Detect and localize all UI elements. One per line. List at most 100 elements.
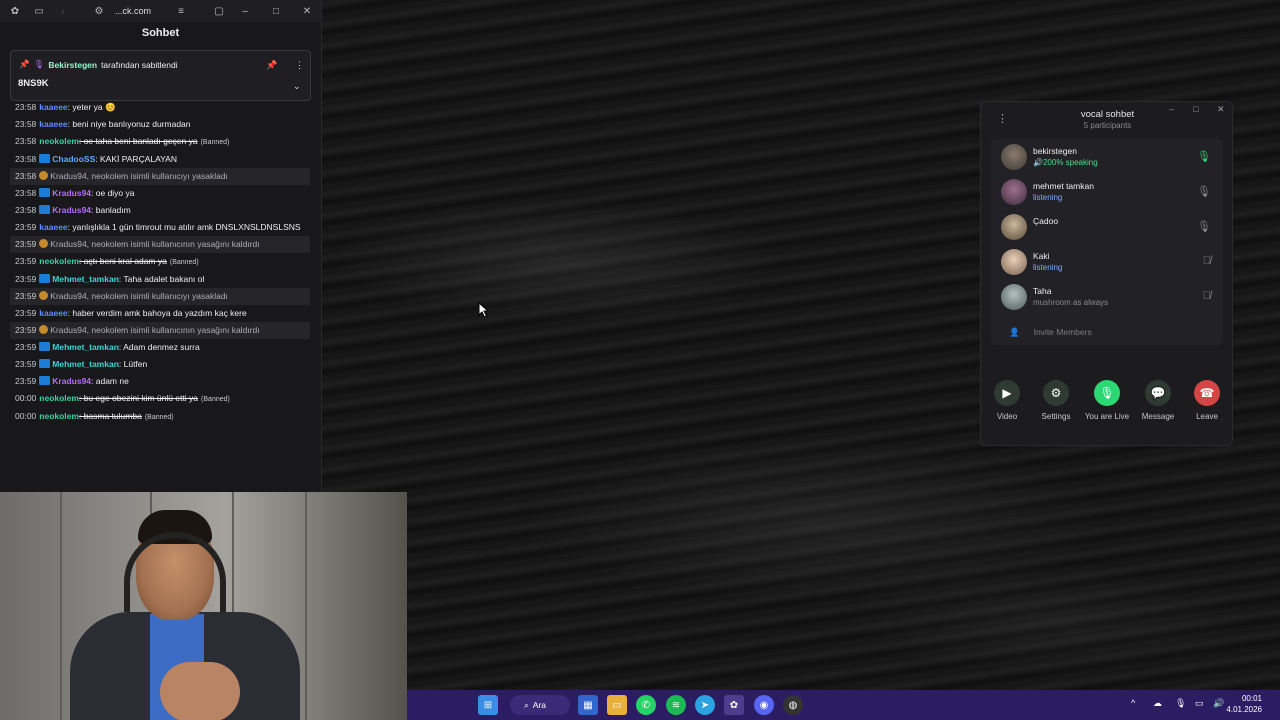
chat-mod-event: 23:59 Kradus94, neokolem isimli kullanıcı… bbox=[10, 288, 310, 305]
moderation-icon bbox=[39, 291, 49, 300]
browser-menu-icon[interactable]: ✿ bbox=[4, 0, 26, 22]
telegram-icon[interactable]: ➤ bbox=[695, 695, 715, 715]
chat-text: : Adam denmez surra bbox=[118, 342, 200, 352]
banned-tag: (Banned) bbox=[169, 259, 199, 266]
timestamp: 23:59 bbox=[15, 308, 37, 318]
page-menu-icon[interactable]: ≡ bbox=[170, 0, 192, 22]
microphone-icon[interactable]: 🎙 bbox=[1197, 185, 1211, 198]
url-text[interactable]: ...ck.com bbox=[115, 6, 151, 16]
microphone-icon: 🎙 bbox=[1094, 380, 1120, 406]
microphone-muted-icon[interactable]: 🎙̸ bbox=[1203, 290, 1211, 302]
chat-message-list: 23:58 kaaeee: yeter ya 😊 23:58 kaaeee: beni… bbox=[10, 99, 310, 426]
pinned-by-text: tarafından sabitlendi bbox=[101, 59, 178, 70]
chat-message: 23:59 Mehmet_tamkan: Taha adalet bakanı o… bbox=[10, 271, 310, 288]
chat-username[interactable]: kaaeee bbox=[39, 308, 67, 318]
microphone-icon[interactable]: 🎙 bbox=[1175, 698, 1186, 709]
unpin-icon[interactable]: 📌 bbox=[266, 60, 277, 71]
banned-tag: (Banned) bbox=[200, 139, 230, 146]
avatar bbox=[1001, 179, 1027, 205]
chat-username[interactable]: Kradus94 bbox=[52, 376, 91, 386]
display-icon[interactable]: ▭ bbox=[1195, 698, 1204, 709]
participant-row[interactable]: Taha mushroom as always 🎙̸ bbox=[991, 280, 1223, 314]
system-clock[interactable]: 00:01 4.01.2026 bbox=[1226, 693, 1262, 715]
settings-button[interactable]: ⚙ Settings bbox=[1033, 380, 1079, 421]
gear-icon: ⚙ bbox=[1043, 380, 1069, 406]
participant-row[interactable]: mehmet tamkan listening 🎙 bbox=[991, 175, 1223, 209]
chat-title: Sohbet bbox=[141, 27, 180, 39]
timestamp: 23:58 bbox=[15, 119, 37, 129]
start-icon[interactable]: ⊞ bbox=[478, 695, 498, 715]
site-settings-icon[interactable]: ⚙ bbox=[88, 0, 110, 22]
volume-icon[interactable]: 🔊 bbox=[1213, 698, 1224, 709]
chevron-up-icon[interactable]: ^ bbox=[1131, 698, 1135, 708]
user-badge-icon bbox=[39, 274, 51, 283]
chat-username[interactable]: neokolem bbox=[39, 256, 79, 266]
minimize-icon[interactable]: – bbox=[1169, 104, 1174, 114]
leave-button[interactable]: ☎ Leave bbox=[1184, 380, 1230, 421]
participant-status: mushroom as always bbox=[1033, 298, 1109, 307]
chat-username[interactable]: neokolem bbox=[39, 411, 79, 421]
chat-username[interactable]: Mehmet_tamkan bbox=[52, 274, 119, 284]
whatsapp-icon[interactable]: ✆ bbox=[636, 695, 656, 715]
close-icon[interactable]: ✕ bbox=[1217, 104, 1225, 115]
chat-text: : Taha adalet bakanı ol bbox=[118, 274, 205, 284]
timestamp: 00:00 bbox=[15, 393, 37, 403]
participant-row[interactable]: Kaki listening 🎙̸ bbox=[991, 245, 1223, 279]
video-button[interactable]: ▶ Video bbox=[984, 380, 1030, 421]
timestamp: 23:59 bbox=[15, 359, 37, 369]
user-badge-icon bbox=[39, 342, 51, 351]
file-explorer-icon[interactable]: ▭ bbox=[607, 695, 627, 715]
sidebar-toggle-icon[interactable]: ▭ bbox=[28, 0, 50, 22]
timestamp: 23:58 bbox=[15, 188, 37, 198]
chat-username[interactable]: kaaeee bbox=[39, 119, 67, 129]
microphone-icon[interactable]: 🎙 bbox=[1197, 150, 1211, 163]
chat-username[interactable]: Kradus94 bbox=[52, 205, 91, 215]
search-button[interactable]: ⌕ Ara bbox=[510, 695, 570, 715]
chat-message: 23:59 Mehmet_tamkan: Adam denmez surra bbox=[10, 339, 310, 356]
participant-row[interactable]: bekirstegen 🔊200% speaking 🎙 bbox=[991, 140, 1223, 174]
timestamp: 23:59 bbox=[15, 274, 37, 284]
chat-username[interactable]: Mehmet_tamkan bbox=[52, 359, 119, 369]
split-view-icon[interactable]: ▢ bbox=[208, 0, 230, 22]
browser-titlebar: ✿ ▭ ‹ ⚙ ...ck.com ≡ ▢ – □ ✕ bbox=[0, 0, 321, 22]
cloud-icon[interactable]: ☁ bbox=[1153, 698, 1162, 709]
mic-badge-icon: 🎙 bbox=[33, 59, 45, 69]
browser-app-icon[interactable]: ✿ bbox=[724, 695, 744, 715]
pinned-message[interactable]: 📌 🎙 Bekirstegen tarafından sabitlendi 8N… bbox=[10, 50, 311, 101]
chat-username[interactable]: neokolem bbox=[39, 393, 79, 403]
app-icon[interactable]: ◍ bbox=[783, 695, 803, 715]
chat-username[interactable]: neokolem bbox=[39, 136, 79, 146]
chat-text: : banladım bbox=[91, 205, 131, 215]
discord-icon[interactable]: ◉ bbox=[754, 695, 774, 715]
maximize-icon[interactable]: □ bbox=[265, 0, 287, 22]
chat-username[interactable]: Kradus94 bbox=[52, 188, 91, 198]
more-options-icon[interactable]: ⋮ bbox=[295, 60, 304, 71]
invite-members-button[interactable]: 👤 Invite Members bbox=[1009, 327, 1092, 338]
chat-username[interactable]: Mehmet_tamkan bbox=[52, 342, 119, 352]
chat-text: : bu ege obezini kim ünlü etti ya bbox=[78, 393, 199, 403]
chat-message: 23:58 Kradus94: banladım bbox=[10, 202, 310, 219]
spotify-icon[interactable]: ≋ bbox=[666, 695, 686, 715]
chat-message: 23:59 kaaeee: yanlışlıkla 1 gün timrout m… bbox=[10, 219, 310, 236]
participant-row[interactable]: Çadoo 🎙 bbox=[991, 210, 1223, 244]
chat-mod-event: 23:58 Kradus94, neokolem isimli kullanıcı… bbox=[10, 168, 310, 185]
timestamp: 23:59 bbox=[15, 376, 37, 386]
chat-username[interactable]: ChadooSS bbox=[52, 154, 95, 164]
live-mic-button[interactable]: 🎙 You are Live bbox=[1084, 380, 1130, 421]
pinned-user[interactable]: Bekirstegen bbox=[48, 60, 97, 70]
invite-label: Invite Members bbox=[1033, 327, 1092, 337]
message-button[interactable]: 💬 Message bbox=[1135, 380, 1181, 421]
chat-message: 23:59 kaaeee: haber verdim amk bahoya da … bbox=[10, 305, 310, 322]
chat-username[interactable]: kaaeee bbox=[39, 102, 67, 112]
microphone-icon[interactable]: 🎙 bbox=[1197, 220, 1211, 233]
maximize-icon[interactable]: □ bbox=[1193, 104, 1198, 114]
microphone-muted-icon[interactable]: 🎙̸ bbox=[1203, 255, 1211, 267]
back-icon[interactable]: ‹ bbox=[52, 0, 74, 22]
minimize-icon[interactable]: – bbox=[234, 0, 256, 22]
participant-status: listening bbox=[1033, 193, 1063, 202]
calendar-app-icon[interactable]: ▦ bbox=[578, 695, 598, 715]
chevron-down-icon[interactable]: ⌄ bbox=[293, 81, 301, 92]
chat-username[interactable]: kaaeee bbox=[39, 222, 67, 232]
timestamp: 23:59 bbox=[15, 291, 37, 301]
close-icon[interactable]: ✕ bbox=[296, 0, 318, 22]
